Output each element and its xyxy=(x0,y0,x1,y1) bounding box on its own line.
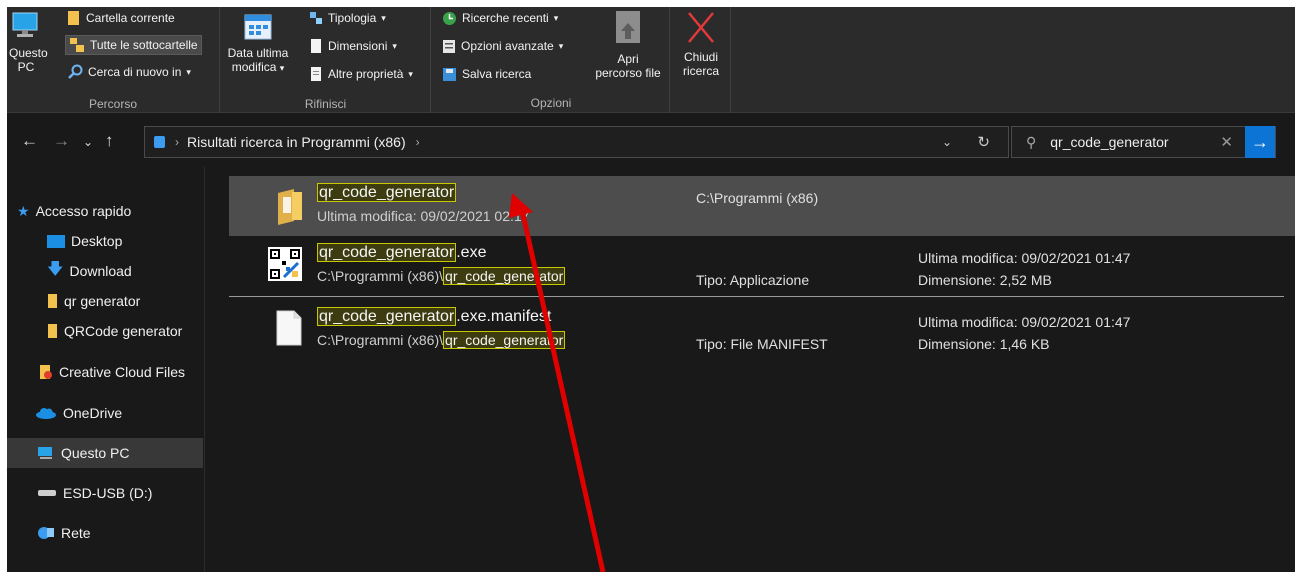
annotation-arrow xyxy=(509,193,606,572)
